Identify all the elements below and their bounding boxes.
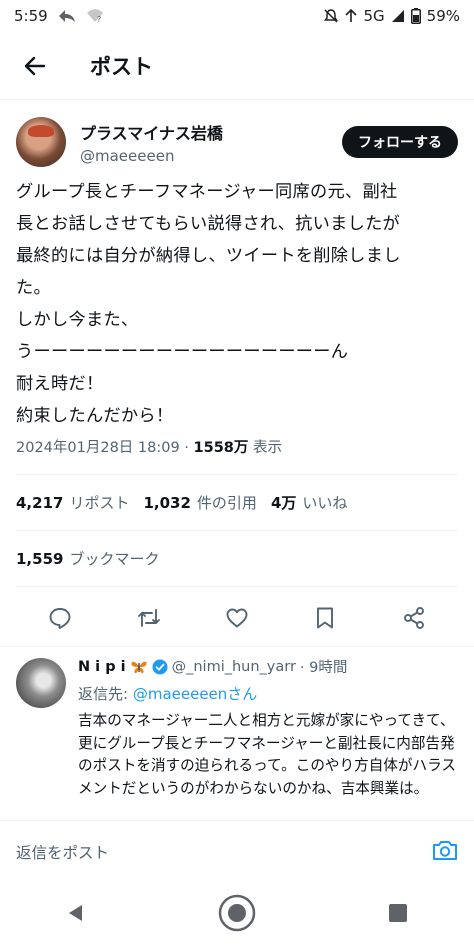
tweet-timestamp[interactable]: 2024年01月28日 18:09 (16, 440, 180, 456)
battery-percent: 59% (426, 7, 460, 25)
reply-input[interactable]: 返信をポスト (16, 841, 109, 863)
tweet-actions (0, 596, 474, 640)
reply-time: · 9時間 (299, 660, 348, 676)
tweet-meta: 2024年01月28日 18:09 · 1558万 表示 (16, 436, 282, 457)
like-button[interactable] (217, 598, 257, 638)
follow-button[interactable]: フォローする (342, 126, 458, 158)
quotes-stat[interactable]: 1,032 件の引用 (143, 492, 256, 513)
wifi-question-icon: ? (86, 9, 104, 23)
tweet-author: プラスマイナス岩橋 @maeeeeen フォローする (16, 114, 458, 170)
reply-post[interactable]: N i p i @_nimi_hun_yarr · 9時間 返信先: @maee… (16, 656, 462, 800)
bookmarks-stat[interactable]: 1,559 ブックマーク (16, 548, 159, 569)
status-bar: 5:59 ? 5G 59% (0, 0, 474, 32)
reply-icon (49, 608, 71, 629)
bookmarks-label: ブックマーク (69, 550, 160, 568)
camera-button[interactable] (432, 838, 458, 866)
reposts-stat[interactable]: 4,217 リポスト (16, 492, 129, 513)
page-title: ポスト (90, 54, 153, 79)
views-label: 表示 (248, 440, 282, 456)
likes-label: いいね (302, 494, 348, 512)
engagement-stats: 4,217 リポスト 1,032 件の引用 4万 いいね (16, 492, 347, 513)
cell-signal-icon (391, 9, 405, 23)
reply-to-line: 返信先: @maeeeeenさん (78, 683, 462, 704)
bookmarks-count: 1,559 (16, 550, 64, 568)
author-info[interactable]: プラスマイナス岩橋 @maeeeeen (80, 120, 223, 165)
repost-icon (137, 609, 160, 627)
reply-author-handle: @_nimi_hun_yarr (171, 658, 296, 675)
divider (16, 586, 458, 587)
author-handle: @maeeeeen (80, 146, 175, 165)
divider (16, 474, 458, 475)
nav-back-button[interactable] (66, 903, 86, 927)
bookmark-icon (317, 607, 334, 629)
system-nav-bar (0, 882, 474, 948)
nav-recents-button[interactable] (388, 903, 408, 927)
reply-header: N i p i @_nimi_hun_yarr · 9時間 (78, 656, 462, 677)
divider (16, 530, 458, 531)
arrow-left-icon (24, 56, 46, 75)
reply-composer: 返信をポスト (0, 820, 474, 882)
status-time: 5:59 (14, 7, 48, 25)
reply-button[interactable] (40, 598, 80, 638)
bookmark-button[interactable] (305, 598, 345, 638)
bookmark-stats: 1,559 ブックマーク (16, 548, 159, 569)
author-name: プラスマイナス岩橋 (80, 123, 223, 143)
reply-text: 吉本のマネージャー二人と相方と元嫁が家にやってきて、更にグループ長とチーフマネー… (78, 712, 456, 797)
mute-bell-icon (323, 8, 339, 24)
share-icon (403, 607, 424, 629)
share-arrow-icon (58, 9, 76, 23)
reposts-label: リポスト (69, 494, 130, 512)
avatar[interactable] (16, 658, 66, 708)
page-header: ポスト (0, 32, 474, 100)
likes-stat[interactable]: 4万 いいね (271, 492, 347, 513)
quotes-label: 件の引用 (196, 494, 257, 512)
reply-author-name[interactable]: N i p i (78, 659, 126, 675)
camera-icon (433, 840, 457, 860)
heart-icon (226, 608, 248, 628)
reply-body: N i p i @_nimi_hun_yarr · 9時間 返信先: @maee… (78, 656, 462, 800)
verified-badge-icon (152, 659, 168, 674)
likes-count: 4万 (270, 494, 297, 512)
svg-text:?: ? (97, 15, 101, 23)
reposts-count: 4,217 (16, 494, 64, 512)
reply-to-link[interactable]: @maeeeeenさん (133, 685, 257, 703)
butterfly-icon (131, 661, 147, 673)
repost-button[interactable] (129, 598, 169, 638)
avatar[interactable] (16, 117, 66, 167)
signal-icon (345, 9, 358, 23)
network-type: 5G (363, 7, 385, 25)
share-button[interactable] (394, 598, 434, 638)
divider (0, 646, 474, 647)
home-circle-icon (218, 894, 256, 932)
views-count: 1558万 (193, 440, 249, 456)
meta-separator: · (179, 440, 194, 456)
reply-to-prefix: 返信先: (78, 685, 133, 703)
nav-home-button[interactable] (217, 893, 257, 937)
tweet-text: グループ長とチーフマネージャー同席の元、副社 長とお話しさせてもらい説得され、抗… (16, 182, 401, 426)
back-button[interactable] (0, 32, 70, 100)
battery-icon (410, 8, 421, 24)
quotes-count: 1,032 (143, 494, 191, 512)
square-recents-icon (389, 904, 408, 922)
triangle-back-icon (68, 905, 82, 921)
